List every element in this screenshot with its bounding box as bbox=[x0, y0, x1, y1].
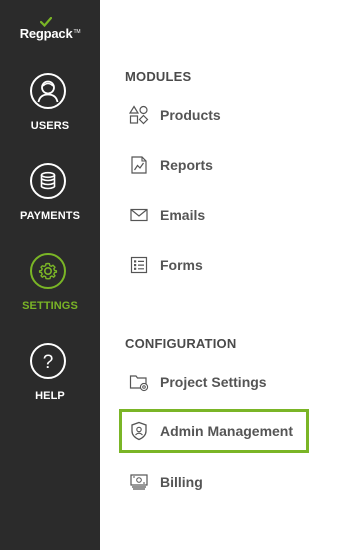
rail-label-help: HELP bbox=[35, 390, 65, 402]
form-icon bbox=[130, 256, 148, 274]
report-icon bbox=[131, 156, 147, 174]
rail-label-settings: SETTINGS bbox=[22, 300, 78, 312]
configuration-heading: CONFIGURATION bbox=[125, 336, 237, 351]
menu-label-emails: Emails bbox=[160, 207, 206, 223]
menu-item-billing[interactable]: Billing bbox=[125, 470, 315, 496]
folder-settings-icon bbox=[129, 375, 149, 392]
rail-item-users[interactable]: USERS bbox=[0, 73, 100, 143]
menu-item-products[interactable]: Products bbox=[125, 103, 315, 129]
rail-item-help[interactable]: ? HELP bbox=[0, 343, 100, 413]
menu-label-project-settings: Project Settings bbox=[160, 374, 267, 390]
menu-item-reports[interactable]: Reports bbox=[125, 153, 315, 179]
menu-label-products: Products bbox=[160, 107, 221, 123]
billing-icon bbox=[130, 474, 148, 490]
regpack-logo[interactable]: RegpackTM bbox=[0, 17, 100, 41]
menu-item-admin-management[interactable]: Admin Management bbox=[125, 419, 315, 445]
admin-shield-icon bbox=[131, 421, 147, 441]
menu-item-forms[interactable]: Forms bbox=[125, 253, 315, 279]
menu-item-emails[interactable]: Emails bbox=[125, 203, 315, 229]
modules-heading: MODULES bbox=[125, 69, 192, 84]
question-icon: ? bbox=[30, 343, 66, 379]
shapes-icon bbox=[129, 105, 149, 125]
logo-check-icon bbox=[40, 17, 52, 27]
menu-label-admin-management: Admin Management bbox=[160, 423, 294, 439]
svg-text:?: ? bbox=[43, 352, 54, 373]
menu-label-billing: Billing bbox=[160, 474, 203, 490]
menu-item-project-settings[interactable]: Project Settings bbox=[125, 370, 315, 396]
coins-icon bbox=[30, 163, 66, 199]
user-icon bbox=[30, 73, 66, 109]
menu-label-forms: Forms bbox=[160, 257, 203, 273]
rail-label-users: USERS bbox=[30, 120, 70, 132]
envelope-icon bbox=[130, 208, 148, 222]
logo-text: Regpack bbox=[19, 26, 73, 41]
rail-label-payments: PAYMENTS bbox=[19, 210, 81, 222]
rail-item-settings[interactable]: SETTINGS bbox=[0, 253, 100, 323]
menu-label-reports: Reports bbox=[160, 157, 213, 173]
gear-icon bbox=[30, 253, 66, 289]
side-rail: RegpackTM USERS PAYMENTS SETTINGS ? HELP bbox=[0, 0, 100, 550]
rail-item-payments[interactable]: PAYMENTS bbox=[0, 163, 100, 233]
